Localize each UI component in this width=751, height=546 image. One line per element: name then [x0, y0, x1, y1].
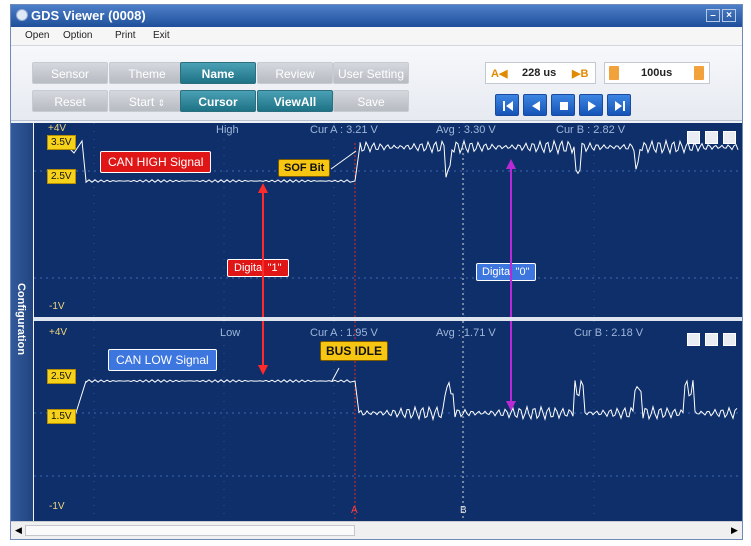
gds-viewer-window: GDS Viewer (0008) – × Open Option Print … [10, 4, 743, 540]
save-button[interactable]: Save [333, 90, 409, 112]
reset-button[interactable]: Reset [32, 90, 108, 112]
menu-print[interactable]: Print [115, 30, 136, 41]
timebase-value: 100us [641, 67, 673, 79]
configuration-side-tab[interactable]: Configuration [11, 123, 33, 521]
cursor-button[interactable]: Cursor [180, 90, 256, 112]
viewall-button[interactable]: ViewAll [257, 90, 333, 112]
review-button[interactable]: Review [257, 62, 333, 84]
horizontal-scrollbar[interactable]: ◀ ▶ [11, 521, 742, 539]
menu-option[interactable]: Option [63, 30, 92, 41]
toolbar: Sensor Theme Name Review User Setting Re… [11, 46, 742, 121]
cursor-a-label[interactable]: A◀ [491, 67, 507, 80]
play-forward-icon [588, 101, 596, 111]
close-icon[interactable]: × [722, 9, 736, 22]
minimize-icon[interactable]: – [706, 9, 720, 22]
high-arrows [258, 150, 516, 317]
timebase-increase-icon[interactable] [694, 66, 704, 80]
skip-start-icon [503, 101, 513, 111]
user-setting-button[interactable]: User Setting [333, 62, 409, 84]
menu-open[interactable]: Open [25, 30, 49, 41]
cursor-readout: A◀ 228 us ▶B [485, 62, 596, 84]
skip-end-button[interactable] [607, 94, 631, 116]
timebase-decrease-icon[interactable] [609, 66, 619, 80]
scroll-left-icon[interactable]: ◀ [15, 525, 22, 536]
window-title: GDS Viewer (0008) [31, 8, 146, 23]
start-button-label: Start [128, 95, 155, 109]
play-forward-button[interactable] [579, 94, 603, 116]
play-back-icon [532, 101, 540, 111]
title-bar: GDS Viewer (0008) – × [11, 5, 742, 27]
skip-end-icon [615, 101, 625, 111]
menu-bar: Open Option Print Exit [11, 27, 742, 46]
cursor-b-label[interactable]: ▶B [572, 67, 588, 80]
scrollbar-thumb[interactable] [25, 525, 355, 536]
stop-icon [560, 102, 568, 110]
stepper-icon: ⇕ [157, 98, 166, 108]
app-icon [16, 9, 28, 21]
play-back-button[interactable] [523, 94, 547, 116]
timebase-control: 100us [604, 62, 710, 84]
configuration-label: Configuration [15, 282, 27, 356]
name-button[interactable]: Name [180, 62, 256, 84]
scope-panel-high[interactable]: +4V 3.5V 2.5V -1V High Cur A : 3.21 V Av… [34, 123, 742, 317]
cursor-delta-value: 228 us [522, 67, 557, 79]
start-button[interactable]: Start ⇕ [109, 90, 185, 112]
low-arrows [258, 321, 516, 411]
theme-button[interactable]: Theme [109, 62, 185, 84]
scroll-right-icon[interactable]: ▶ [731, 525, 738, 536]
sensor-button[interactable]: Sensor [32, 62, 108, 84]
scope-panel-low[interactable]: +4V 2.5V 1.5V -1V Low Cur A : 1.95 V Avg… [34, 321, 742, 521]
stop-button[interactable] [551, 94, 575, 116]
skip-start-button[interactable] [495, 94, 519, 116]
menu-exit[interactable]: Exit [153, 30, 170, 41]
